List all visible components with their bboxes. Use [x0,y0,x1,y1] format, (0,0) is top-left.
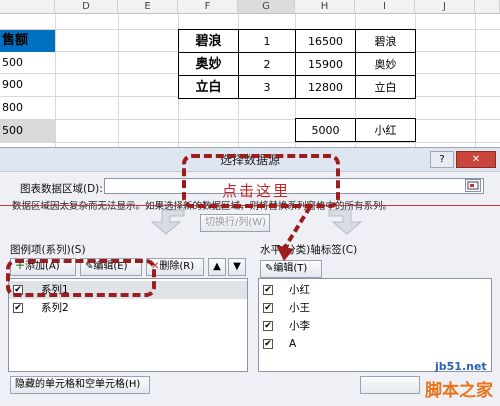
axis-labels-list: ✔ 小红 ✔ 小王 ✔ 小李 ✔ A [258,278,492,372]
series-edit-highlight-box [6,259,156,297]
axis-checkbox[interactable]: ✔ [263,303,273,313]
rank-cell[interactable]: 3 [238,75,296,99]
callout-text: 点击这里 [222,182,291,200]
label-cell[interactable]: 奥妙 [355,52,416,76]
chart-range-label: 图表数据区域(D): [20,183,103,195]
rank-cell[interactable]: 1 [238,29,296,53]
series-item[interactable]: ✔ 系列2 [9,299,247,317]
annotation-arrow [276,205,312,261]
column-header-i[interactable]: I [355,0,415,14]
hidden-empty-cells-button[interactable]: 隐藏的单元格和空单元格(H) [10,376,150,394]
triangle-up-icon: ▲ [213,261,221,272]
brand-cell[interactable]: 立白 [178,75,239,99]
legend-series-label: 图例项(系列)(S) [10,244,86,256]
value-cell[interactable]: 5000 [295,118,356,142]
axis-item[interactable]: ✔ 小王 [259,299,491,317]
axis-item[interactable]: ✔ 小李 [259,317,491,335]
axis-item[interactable]: ✔ A [259,335,491,353]
sales-header-cell[interactable]: 售额 [0,30,55,52]
column-header-d[interactable]: D [55,0,118,14]
label-cell[interactable]: 小红 [355,118,416,142]
column-header-h[interactable]: H [295,0,355,14]
axis-item-label: 小李 [289,320,310,332]
column-header-c[interactable] [0,0,55,14]
left-arrow-icon [150,209,185,235]
series-checkbox[interactable]: ✔ [13,303,23,313]
column-header-f[interactable]: F [178,0,238,14]
value-cell[interactable]: 16500 [295,29,356,53]
value-cell[interactable]: 12800 [295,75,356,99]
axis-item-label: 小王 [289,302,310,314]
ok-button[interactable] [360,376,420,394]
sales-cell[interactable]: 800 [0,97,55,119]
axis-checkbox[interactable]: ✔ [263,285,273,295]
column-header-k[interactable] [475,0,500,14]
close-button[interactable]: ✕ [456,151,496,168]
sales-cell[interactable]: 500 [0,52,55,74]
label-cell[interactable]: 碧浪 [355,29,416,53]
series-name: 系列2 [41,302,69,314]
triangle-down-icon: ▼ [233,261,241,272]
range-select-icon[interactable] [465,179,481,192]
brand-cell[interactable]: 奥妙 [178,52,239,76]
move-up-button[interactable]: ▲ [208,258,226,276]
axis-checkbox[interactable]: ✔ [263,321,273,331]
column-header-e[interactable]: E [118,0,178,14]
axis-item-label: A [289,338,297,350]
brand-cell[interactable]: 碧浪 [178,29,239,53]
value-cell[interactable]: 15900 [295,52,356,76]
axis-checkbox[interactable]: ✔ [263,339,273,349]
column-header-g[interactable]: G [238,0,295,14]
column-header-j[interactable]: J [415,0,475,14]
watermark-brand: 脚本之家 [425,381,493,401]
watermark-site: jb51.net [435,360,487,373]
sales-cell[interactable]: 900 [0,74,55,96]
axis-item[interactable]: ✔ 小红 [259,281,491,299]
axis-item-label: 小红 [289,284,310,296]
help-button[interactable]: ? [430,151,454,168]
spreadsheet: D E F G H I J 售额 500 900 800 500 碧浪 1 16… [0,0,500,150]
move-down-button[interactable]: ▼ [228,258,246,276]
rank-cell[interactable]: 2 [238,52,296,76]
right-arrow-icon [328,209,363,235]
sales-cell-selected[interactable]: 500 [0,120,55,142]
label-cell[interactable]: 立白 [355,75,416,99]
switch-row-column-button[interactable]: 切换行/列(W) [200,214,270,232]
